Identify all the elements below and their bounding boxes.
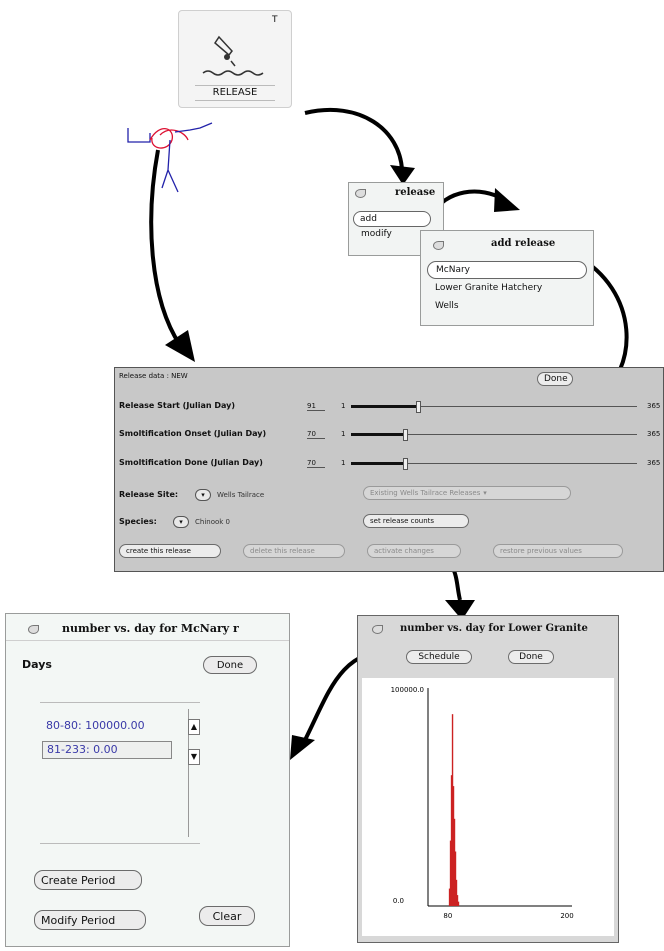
slider-value[interactable]: 91 <box>307 402 325 411</box>
histogram-chart: 100000.0 0.0 80 200 <box>391 686 574 920</box>
species-label: Species: <box>119 517 157 526</box>
button-label: Create Period <box>41 874 116 887</box>
schedule-button[interactable]: Schedule <box>406 650 472 664</box>
menu-item-label: McNary <box>436 265 470 275</box>
panel-header: Release data : NEW <box>119 372 188 380</box>
button-label: Modify Period <box>41 914 116 927</box>
slider-max: 365 <box>647 430 661 438</box>
slider-label: Smoltification Done (Julian Day) <box>119 458 263 467</box>
set-release-counts-button[interactable]: set release counts <box>363 514 469 528</box>
clear-button[interactable]: Clear <box>199 906 255 926</box>
slider-label: Smoltification Onset (Julian Day) <box>119 429 267 438</box>
button-label: Schedule <box>418 652 460 662</box>
release-menu-title: release <box>395 187 436 198</box>
y-tick-label: 100000.0 <box>391 686 424 694</box>
button-label: Clear <box>212 910 242 923</box>
x-tick-label: 200 <box>560 912 573 920</box>
mcnary-title: number vs. day for McNary r <box>62 622 239 635</box>
slider-max: 365 <box>647 402 661 410</box>
chevron-down-icon: ▾ <box>483 489 487 497</box>
days-label: Days <box>22 658 52 671</box>
counts-label: set release counts <box>370 517 435 525</box>
title-bar: number vs. day for Lower Granite <box>358 616 618 640</box>
release-label-box: RELEASE <box>195 85 275 101</box>
lower-granite-window: number vs. day for Lower Granite Schedul… <box>357 615 619 943</box>
slider-min: 1 <box>341 430 346 438</box>
done-label: Done <box>216 660 244 671</box>
add-release-menu: add release McNary Lower Granite Hatcher… <box>420 230 594 326</box>
slider-fill <box>351 433 403 436</box>
chart-area: 100000.0 0.0 80 200 <box>362 678 614 936</box>
create-release-button[interactable]: create this release <box>119 544 221 558</box>
button-label: delete this release <box>250 547 315 555</box>
pin-icon[interactable] <box>372 625 383 634</box>
list-item-label: 81-233: 0.00 <box>47 743 118 756</box>
scroll-up-arrow[interactable]: ▲ <box>188 719 200 735</box>
corner-mark: T <box>272 15 278 25</box>
slider-value[interactable]: 70 <box>307 459 325 468</box>
release-site-label: Release Site: <box>119 490 179 499</box>
x-tick-label: 80 <box>443 912 452 920</box>
done-button[interactable]: Done <box>203 656 257 674</box>
title-bar: number vs. day for McNary r <box>6 614 289 641</box>
hand-scribble <box>127 122 213 193</box>
done-button[interactable]: Done <box>508 650 554 664</box>
add-release-title: add release <box>491 238 556 249</box>
list-item[interactable]: 80-80: 100000.00 <box>46 719 145 732</box>
button-label: Done <box>519 652 543 662</box>
slider-label: Release Start (Julian Day) <box>119 401 236 410</box>
period-list: 80-80: 100000.00 81-233: 0.00 ▲ ▼ <box>40 702 200 844</box>
menu-item-add[interactable]: add <box>353 211 431 227</box>
pin-icon[interactable] <box>28 625 39 634</box>
delete-release-button[interactable]: delete this release <box>243 544 345 558</box>
done-button[interactable]: Done <box>537 372 573 386</box>
slider-fill <box>351 462 403 465</box>
modify-period-button[interactable]: Modify Period <box>34 910 146 930</box>
slider-thumb[interactable] <box>416 401 421 413</box>
existing-releases-label: Existing Wells Tailrace Releases <box>370 489 481 497</box>
species-menu-button[interactable]: ▾ <box>173 516 189 528</box>
y-tick-label: 0.0 <box>393 897 404 905</box>
button-label: create this release <box>126 547 191 555</box>
release-icon-tile[interactable]: T RELEASE <box>178 10 292 108</box>
arrow-icon-to-menu <box>304 107 404 171</box>
activate-changes-button[interactable]: activate changes <box>367 544 461 558</box>
menu-item-mcnary[interactable]: McNary <box>427 261 587 279</box>
release-data-panel: Release data : NEW Done Release Start (J… <box>114 367 664 572</box>
done-label: Done <box>544 374 568 384</box>
slider-max: 365 <box>647 459 661 467</box>
species-value: Chinook 0 <box>195 518 231 526</box>
slider-value[interactable]: 70 <box>307 430 325 439</box>
histogram-bar <box>457 901 460 906</box>
menu-item-lower-granite[interactable]: Lower Granite Hatchery <box>435 283 542 293</box>
slider-row-smolt-done: Smoltification Done (Julian Day) 70 1 36… <box>119 456 664 472</box>
slider-thumb[interactable] <box>403 429 408 441</box>
release-label: RELEASE <box>212 87 258 98</box>
release-site-value: Wells Tailrace <box>217 491 265 499</box>
menu-item-label: add <box>360 214 377 224</box>
create-period-button[interactable]: Create Period <box>34 870 142 890</box>
scroll-down-arrow[interactable]: ▼ <box>188 749 200 765</box>
fish-release-icon <box>202 35 264 76</box>
pin-icon[interactable] <box>355 189 366 198</box>
site-menu-button[interactable]: ▾ <box>195 489 211 501</box>
mcnary-window: number vs. day for McNary r Days Done 80… <box>5 613 290 947</box>
slider-row-release-start: Release Start (Julian Day) 91 1 365 <box>119 399 664 415</box>
list-item-selected[interactable]: 81-233: 0.00 <box>42 741 172 759</box>
slider-min: 1 <box>341 402 346 410</box>
menu-item-modify[interactable]: modify <box>361 229 392 239</box>
slider-thumb[interactable] <box>403 458 408 470</box>
existing-releases-menu[interactable]: Existing Wells Tailrace Releases ▾ <box>363 486 571 500</box>
arrow-scribble-to-panel <box>149 149 182 347</box>
granite-title: number vs. day for Lower Granite <box>400 623 588 634</box>
list-scrollbar[interactable]: ▲ ▼ <box>188 709 200 837</box>
button-label: activate changes <box>374 547 434 555</box>
slider-row-smolt-onset: Smoltification Onset (Julian Day) 70 1 3… <box>119 427 664 443</box>
slider-min: 1 <box>341 459 346 467</box>
button-label: restore previous values <box>500 547 582 555</box>
restore-values-button[interactable]: restore previous values <box>493 544 623 558</box>
menu-item-wells[interactable]: Wells <box>435 301 459 311</box>
slider-fill <box>351 405 416 408</box>
pin-icon[interactable] <box>433 241 444 250</box>
